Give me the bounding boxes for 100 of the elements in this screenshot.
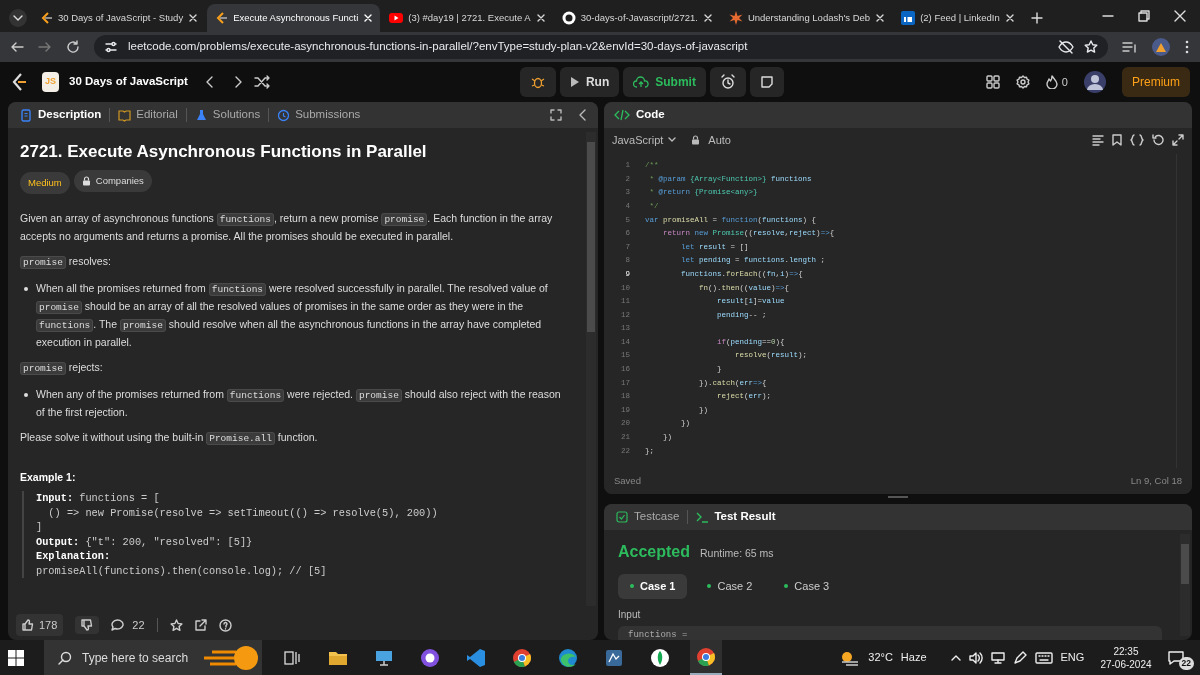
reload-icon[interactable] bbox=[66, 40, 80, 54]
keyboard-icon[interactable] bbox=[1034, 651, 1053, 664]
panel-tab[interactable]: Solutions bbox=[192, 106, 263, 124]
reset-icon[interactable] bbox=[1152, 134, 1164, 146]
browser-icon[interactable] bbox=[512, 647, 532, 668]
browser-icon[interactable] bbox=[696, 646, 716, 667]
browser-tab[interactable]: 30 Days of JavaScript - Study bbox=[32, 4, 206, 32]
scrollbar[interactable] bbox=[1180, 534, 1190, 636]
panel-tab[interactable]: Editorial bbox=[116, 106, 180, 124]
language-indicator[interactable]: ENG bbox=[1060, 649, 1085, 666]
windows-icon[interactable] bbox=[8, 649, 24, 666]
dislike-button[interactable] bbox=[75, 616, 100, 634]
thumbs-up-icon bbox=[22, 619, 34, 631]
submit-button[interactable]: Submit bbox=[623, 67, 706, 97]
browser-tab[interactable]: 30-days-of-Javascript/2721. bbox=[554, 4, 720, 32]
close-icon[interactable] bbox=[535, 13, 546, 23]
terminal-icon bbox=[696, 511, 710, 523]
close-icon[interactable] bbox=[363, 13, 374, 23]
eye-off-icon[interactable] bbox=[1058, 40, 1074, 54]
browser-tab[interactable]: (3) #day19 | 2721. Execute A bbox=[382, 4, 553, 32]
document-icon bbox=[20, 108, 33, 122]
example-line: promiseAll(functions).then(console.log); // [5] bbox=[36, 563, 328, 578]
close-icon[interactable] bbox=[1174, 10, 1186, 22]
restore-icon[interactable] bbox=[1138, 10, 1150, 22]
browser-tab[interactable]: Execute Asynchronous Functi bbox=[207, 4, 381, 32]
share-icon[interactable] bbox=[194, 619, 207, 631]
panel-tab[interactable]: Submissions bbox=[275, 106, 363, 124]
browser-tab[interactable]: Understanding Lodash's Deb bbox=[721, 4, 893, 32]
difficulty-tag[interactable]: Medium bbox=[20, 172, 70, 194]
star-icon bbox=[728, 11, 743, 25]
profile-icon[interactable] bbox=[1152, 38, 1170, 56]
scrollbar[interactable] bbox=[586, 132, 596, 606]
settings-icon[interactable] bbox=[1015, 75, 1030, 89]
close-icon[interactable] bbox=[702, 13, 713, 23]
back-icon[interactable] bbox=[10, 40, 24, 54]
volume-icon[interactable] bbox=[968, 651, 983, 664]
avatar-icon[interactable] bbox=[1084, 71, 1106, 93]
companies-tag[interactable]: Companies bbox=[73, 170, 152, 192]
logo-icon[interactable] bbox=[10, 72, 28, 92]
logo-icon bbox=[214, 11, 229, 25]
monitor-icon[interactable] bbox=[990, 651, 1005, 664]
shuffle-icon[interactable] bbox=[253, 75, 270, 89]
example-heading: Example 1: bbox=[20, 470, 77, 485]
bullet-icon bbox=[24, 393, 28, 397]
paragraph: When any of the promises returned from functions were rejected. promise should also reject with the reason of the first rejection. bbox=[36, 387, 562, 420]
case-tab[interactable]: Case 3 bbox=[772, 574, 842, 599]
braces-icon[interactable] bbox=[1130, 134, 1144, 146]
layout-icon[interactable] bbox=[985, 75, 1000, 89]
leaf-icon[interactable] bbox=[650, 647, 670, 668]
save-status: Saved bbox=[614, 473, 641, 488]
app-icon[interactable] bbox=[604, 647, 624, 668]
example-line: ] bbox=[36, 520, 44, 535]
runtime-label: Runtime: 65 ms bbox=[700, 546, 774, 561]
book-icon bbox=[118, 108, 132, 122]
forward-icon[interactable] bbox=[38, 40, 52, 54]
case-tab[interactable]: Case 1 bbox=[618, 574, 688, 599]
result-status: Accepted bbox=[618, 542, 691, 562]
study-plan-title[interactable]: 30 Days of JavaScript bbox=[69, 73, 188, 91]
panel-tab[interactable]: Testcase bbox=[614, 508, 682, 526]
like-button[interactable]: 178 bbox=[16, 613, 64, 637]
media-icon[interactable] bbox=[1122, 40, 1138, 54]
panel-tab[interactable]: Description bbox=[18, 106, 104, 124]
chevron-up-icon[interactable] bbox=[950, 653, 961, 662]
address-bar[interactable]: leetcode.com/problems/execute-asynchronous-functions-in-parallel/?envType=study-plan-v2&envId=30-days-of-javascript bbox=[94, 35, 1108, 59]
language-dropdown[interactable]: JavaScript bbox=[612, 131, 678, 149]
collapse-icon[interactable] bbox=[578, 109, 588, 121]
panel-tab[interactable]: Test Result bbox=[694, 508, 778, 526]
more-icon[interactable] bbox=[1184, 40, 1190, 54]
star-icon[interactable] bbox=[1084, 40, 1098, 54]
browser-icon[interactable] bbox=[558, 647, 578, 668]
expand-icon[interactable] bbox=[1172, 134, 1184, 146]
site-settings-icon[interactable] bbox=[104, 40, 118, 54]
timer-button[interactable] bbox=[709, 67, 746, 97]
close-icon[interactable] bbox=[188, 13, 199, 23]
premium-button[interactable]: Premium bbox=[1122, 67, 1190, 97]
fullscreen-icon[interactable] bbox=[550, 109, 562, 121]
new-tab-icon[interactable] bbox=[1029, 11, 1044, 25]
streak-counter[interactable]: 0 bbox=[1045, 73, 1068, 91]
notes-button[interactable] bbox=[749, 67, 784, 97]
history-icon bbox=[277, 108, 291, 122]
comments-button[interactable]: 22 bbox=[111, 616, 145, 634]
browser-tab[interactable]: (2) Feed | LinkedIn bbox=[894, 4, 1022, 32]
logo-icon[interactable] bbox=[420, 647, 440, 668]
help-icon[interactable] bbox=[218, 618, 232, 632]
search-field[interactable]: Type here to search bbox=[44, 640, 262, 675]
course-badge: JS bbox=[42, 72, 59, 92]
run-button[interactable]: Run bbox=[559, 67, 620, 97]
flask-icon bbox=[194, 108, 208, 122]
cursor-position: Ln 9, Col 18 bbox=[1130, 473, 1182, 488]
autocomplete-mode[interactable]: Auto bbox=[691, 131, 731, 149]
debug-button[interactable] bbox=[519, 67, 556, 97]
format-icon[interactable] bbox=[1092, 134, 1104, 146]
case-tab[interactable]: Case 2 bbox=[695, 574, 765, 599]
star-icon[interactable] bbox=[169, 618, 183, 632]
search-icon bbox=[58, 650, 72, 665]
close-icon[interactable] bbox=[875, 13, 886, 23]
clock[interactable]: 22:35 27-06-2024 bbox=[1100, 644, 1152, 671]
bookmark-icon[interactable] bbox=[1112, 134, 1122, 146]
close-icon[interactable] bbox=[1004, 13, 1015, 23]
pen-icon[interactable] bbox=[1012, 650, 1027, 665]
